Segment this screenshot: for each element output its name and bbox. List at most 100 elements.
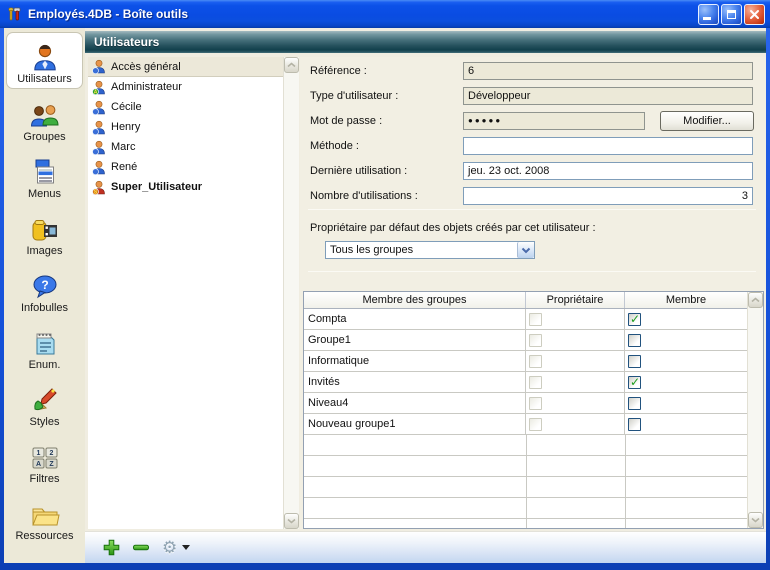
- proprietaire-checkbox[interactable]: [529, 355, 542, 368]
- svg-text:?: ?: [41, 278, 48, 292]
- table-body: Compta Groupe1: [304, 309, 747, 528]
- membre-checkbox[interactable]: [628, 355, 641, 368]
- user-list-scrollbar[interactable]: [283, 57, 299, 529]
- field-label: Référence :: [310, 65, 367, 77]
- sidebar-item-infobulles[interactable]: ? Infobulles: [4, 260, 85, 317]
- user-row[interactable]: Marc: [88, 137, 283, 157]
- user-row[interactable]: Cécile: [88, 97, 283, 117]
- field-value[interactable]: 3: [463, 187, 753, 205]
- proprietaire-checkbox[interactable]: [529, 418, 542, 431]
- column-header-membre-des-groupes[interactable]: Membre des groupes: [304, 292, 526, 308]
- membre-checkbox[interactable]: [628, 376, 641, 389]
- table-row[interactable]: Nouveau groupe1: [304, 414, 747, 435]
- user-rows: Accès général A Administrateur: [88, 57, 283, 529]
- user-row[interactable]: Henry: [88, 117, 283, 137]
- sidebar-item-label: Styles: [30, 416, 60, 428]
- sidebar-item-label: Ressources: [15, 530, 73, 542]
- close-button[interactable]: [744, 4, 765, 25]
- table-row[interactable]: Invités: [304, 372, 747, 393]
- table-row[interactable]: Groupe1: [304, 330, 747, 351]
- form-row: Mot de passe : ●●●●● Modifier...: [300, 112, 766, 130]
- user-icon: [92, 59, 106, 74]
- sidebar-item-enum[interactable]: Enum.: [4, 317, 85, 374]
- sidebar-item-utilisateurs[interactable]: Utilisateurs: [6, 32, 83, 89]
- bottom-toolbar: ⚙: [85, 531, 766, 563]
- minimize-icon: [703, 17, 711, 20]
- actions-menu-button[interactable]: ⚙: [162, 539, 190, 556]
- column-header-proprietaire[interactable]: Propriétaire: [526, 292, 625, 308]
- sidebar-item-icon: [29, 497, 61, 529]
- proprietaire-checkbox[interactable]: [529, 313, 542, 326]
- field-value[interactable]: ●●●●●: [463, 112, 645, 130]
- sidebar-item-groupes[interactable]: Groupes: [4, 89, 85, 146]
- membre-checkbox[interactable]: [628, 418, 641, 431]
- user-name: Marc: [111, 141, 135, 153]
- user-icon: [92, 100, 106, 115]
- proprietaire-checkbox[interactable]: [529, 334, 542, 347]
- proprietaire-checkbox[interactable]: [529, 397, 542, 410]
- user-row[interactable]: S Super_Utilisateur: [88, 177, 283, 197]
- table-row[interactable]: Informatique: [304, 351, 747, 372]
- user-name: Accès général: [111, 61, 181, 73]
- user-name: Cécile: [111, 101, 142, 113]
- window-body: Utilisateurs Groupes Menus Images: [4, 28, 766, 563]
- form-row: Méthode :: [300, 137, 766, 155]
- field-label: Mot de passe :: [310, 115, 382, 127]
- sidebar-item-filtres[interactable]: 12AZ Filtres: [4, 431, 85, 488]
- table-row[interactable]: Niveau4: [304, 393, 747, 414]
- scroll-track[interactable]: [748, 308, 763, 512]
- panel-title: Utilisateurs: [94, 35, 159, 49]
- user-form: Référence : 6 Type d'utilisateur : Dével…: [300, 62, 766, 212]
- combo-dropdown-button[interactable]: [517, 242, 534, 258]
- field-value[interactable]: 6: [463, 62, 753, 80]
- sidebar-item-menus[interactable]: Menus: [4, 146, 85, 203]
- modifier-button[interactable]: Modifier...: [660, 111, 754, 131]
- field-value[interactable]: jeu. 23 oct. 2008: [463, 162, 753, 180]
- form-row: Dernière utilisation : jeu. 23 oct. 2008: [300, 162, 766, 180]
- field-value[interactable]: [463, 137, 753, 155]
- scroll-up-button[interactable]: [748, 292, 763, 308]
- owner-label: Propriétaire par défaut des objets créés…: [310, 222, 596, 234]
- group-name: Groupe1: [304, 330, 526, 350]
- membre-checkbox[interactable]: [628, 334, 641, 347]
- table-row[interactable]: Compta: [304, 309, 747, 330]
- chevron-down-icon: [521, 247, 531, 254]
- sidebar-item-icon: [30, 212, 60, 244]
- add-user-button[interactable]: [103, 539, 120, 556]
- user-name: Henry: [111, 121, 140, 133]
- scroll-up-button[interactable]: [284, 57, 299, 73]
- main-panel: Utilisateurs Accès général: [85, 28, 766, 563]
- caret-down-icon: [182, 545, 190, 550]
- close-icon: [749, 9, 760, 20]
- remove-user-button[interactable]: [132, 539, 150, 556]
- minimize-button[interactable]: [698, 4, 719, 25]
- user-name: Administrateur: [111, 81, 182, 93]
- sidebar-item-ressources[interactable]: Ressources: [4, 488, 85, 545]
- sidebar-item-label: Infobulles: [21, 302, 68, 314]
- svg-text:A: A: [94, 89, 98, 94]
- user-row[interactable]: Accès général: [88, 57, 283, 77]
- user-icon: [92, 160, 106, 175]
- group-name: Informatique: [304, 351, 526, 371]
- sidebar-item-images[interactable]: Images: [4, 203, 85, 260]
- scroll-down-button[interactable]: [284, 513, 299, 529]
- combo-value: Tous les groupes: [326, 244, 517, 256]
- group-name: Niveau4: [304, 393, 526, 413]
- scroll-track[interactable]: [284, 73, 299, 513]
- user-row[interactable]: René: [88, 157, 283, 177]
- sidebar-item-styles[interactable]: Styles: [4, 374, 85, 431]
- field-label: Nombre d'utilisations :: [310, 190, 418, 202]
- proprietaire-checkbox[interactable]: [529, 376, 542, 389]
- user-row[interactable]: A Administrateur: [88, 77, 283, 97]
- user-icon: [92, 140, 106, 155]
- column-header-membre[interactable]: Membre: [625, 292, 747, 308]
- table-scrollbar[interactable]: [747, 292, 763, 528]
- owner-group-select[interactable]: Tous les groupes: [325, 241, 535, 259]
- maximize-button[interactable]: [721, 4, 742, 25]
- user-name: Super_Utilisateur: [111, 181, 202, 193]
- membre-checkbox[interactable]: [628, 397, 641, 410]
- form-row: Type d'utilisateur : Développeur: [300, 87, 766, 105]
- field-value[interactable]: Développeur: [463, 87, 753, 105]
- scroll-down-button[interactable]: [748, 512, 763, 528]
- membre-checkbox[interactable]: [628, 313, 641, 326]
